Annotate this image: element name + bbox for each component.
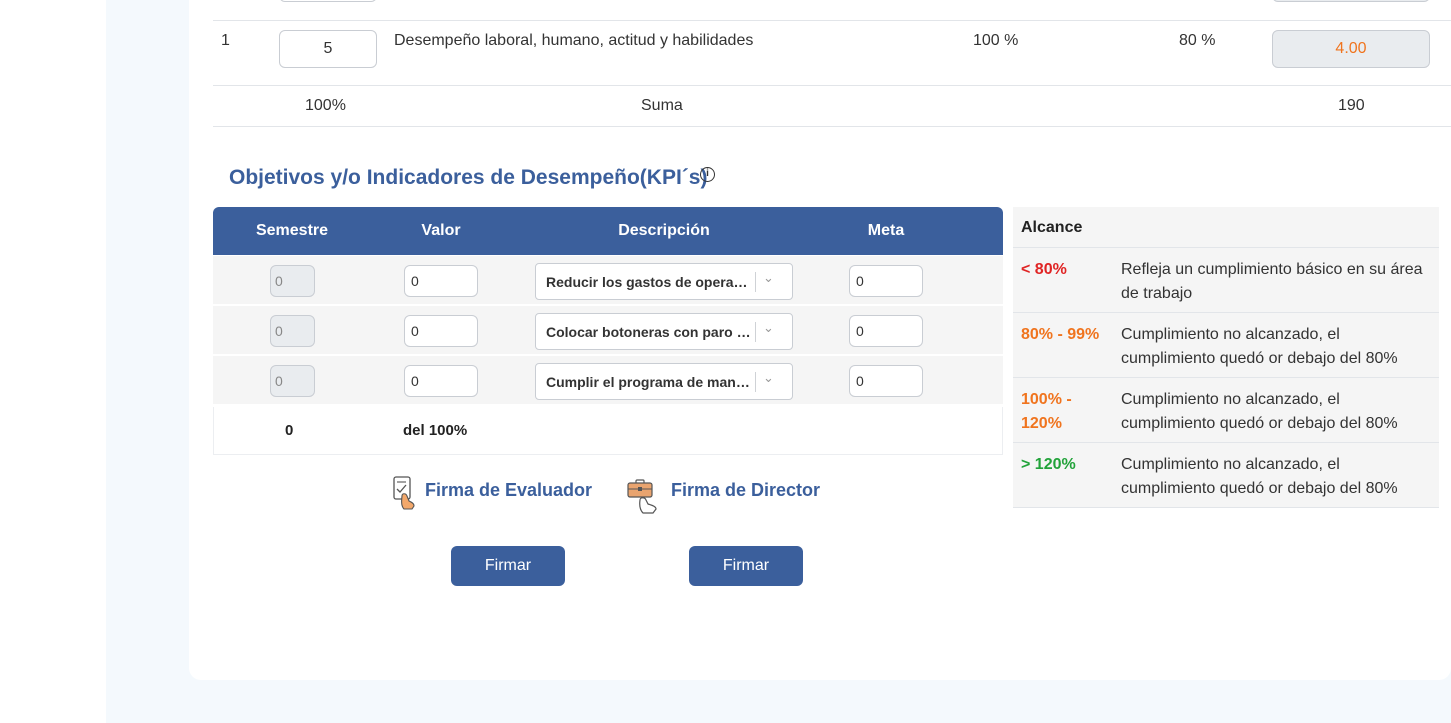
briefcase-hand-icon <box>626 478 662 519</box>
alcance-row: < 80% Refleja un cumplimiento básico en … <box>1013 247 1439 312</box>
total-percent: 100% <box>305 97 346 114</box>
row-result-field: 4.00 <box>1272 30 1430 68</box>
alcance-range: < 80% <box>1021 261 1067 278</box>
kpi-row: 0 0 Reducir los gastos de operación ⌄ 0 <box>213 256 1003 304</box>
signed-document-icon <box>392 476 418 515</box>
alcance-range: > 120% <box>1021 456 1076 473</box>
director-signature-label: Firma de Director <box>671 480 821 500</box>
descripcion-select[interactable]: Cumplir el programa de mantenimiento ⌄ <box>535 363 793 400</box>
valor-input[interactable]: 0 <box>404 365 478 397</box>
row-index: 1 <box>221 32 230 49</box>
sum-total: 190 <box>1338 97 1365 114</box>
semestre-field: 0 <box>270 265 315 297</box>
kpi-total: 0 <box>285 422 294 439</box>
kpi-row: 0 0 Cumplir el programa de mantenimiento… <box>213 356 1003 404</box>
select-separator <box>755 272 756 292</box>
meta-input[interactable]: 0 <box>849 315 923 347</box>
alcance-description: Refleja un cumplimiento básico en su áre… <box>1121 261 1423 302</box>
meta-input[interactable]: 0 <box>849 265 923 297</box>
valor-input[interactable]: 0 <box>404 265 478 297</box>
director-sign-button[interactable]: Firmar <box>689 546 803 586</box>
header-descripcion: Descripción <box>618 222 710 239</box>
alcance-row: > 120% Cumplimiento no alcanzado, el cum… <box>1013 442 1439 507</box>
alcance-description: Cumplimiento no alcanzado, el cumplimien… <box>1121 326 1398 367</box>
kpi-table-footer: 0 del 100% <box>213 407 1003 455</box>
descripcion-selected-value: Reducir los gastos de operación <box>546 274 751 290</box>
row-divider <box>213 20 1451 21</box>
row-divider <box>213 85 1451 86</box>
select-separator <box>755 322 756 342</box>
evaluator-signature-label: Firma de Evaluador <box>425 480 593 500</box>
sum-label: Suma <box>641 97 683 114</box>
descripcion-select[interactable]: Reducir los gastos de operación ⌄ <box>535 263 793 300</box>
row-divider <box>213 126 1451 127</box>
row-description: Desempeño laboral, humano, actitud y hab… <box>394 32 754 49</box>
row-value-input[interactable]: 5 <box>279 30 377 68</box>
semestre-field: 0 <box>270 315 315 347</box>
alcance-panel: Alcance < 80% Refleja un cumplimiento bá… <box>1013 207 1439 508</box>
alcance-range: 80% - 99% <box>1021 326 1100 343</box>
select-separator <box>755 372 756 392</box>
previous-row-value-input[interactable] <box>279 0 377 2</box>
alcance-description: Cumplimiento no alcanzado, el cumplimien… <box>1121 456 1398 497</box>
chevron-down-icon[interactable]: ⌄ <box>763 370 774 386</box>
alcance-bottom-border <box>1013 507 1439 508</box>
alcance-range: 100% - 120% <box>1021 391 1072 432</box>
semestre-field: 0 <box>270 365 315 397</box>
descripcion-selected-value: Cumplir el programa de mantenimiento <box>546 374 751 390</box>
alcance-title: Alcance <box>1021 219 1083 236</box>
chevron-down-icon[interactable]: ⌄ <box>763 270 774 286</box>
meta-input[interactable]: 0 <box>849 365 923 397</box>
descripcion-select[interactable]: Colocar botoneras con paro de emergencia… <box>535 313 793 350</box>
header-semestre: Semestre <box>255 222 329 239</box>
kpi-section-title: Objetivos y/o Indicadores de Desempeño(K… <box>229 166 708 189</box>
alcance-description: Cumplimiento no alcanzado, el cumplimien… <box>1121 391 1398 432</box>
valor-input[interactable]: 0 <box>404 315 478 347</box>
kpi-table: Semestre Valor Descripción Meta 0 0 Redu… <box>213 207 1003 455</box>
row-percent: 80 % <box>1179 32 1216 49</box>
previous-row-result-field <box>1272 0 1430 2</box>
chevron-down-icon[interactable]: ⌄ <box>763 320 774 336</box>
kpi-total-label: del 100% <box>403 422 468 439</box>
alcance-row: 80% - 99% Cumplimiento no alcanzado, el … <box>1013 312 1439 377</box>
header-valor: Valor <box>421 222 461 239</box>
header-meta: Meta <box>867 222 905 239</box>
row-weight: 100 % <box>973 32 1019 49</box>
alcance-row: 100% - 120% Cumplimiento no alcanzado, e… <box>1013 377 1439 442</box>
kpi-table-header: Semestre Valor Descripción Meta <box>213 207 1003 255</box>
kpi-row: 0 0 Colocar botoneras con paro de emerge… <box>213 306 1003 354</box>
info-icon[interactable]: i <box>700 167 715 182</box>
descripcion-selected-value: Colocar botoneras con paro de emergencia <box>546 324 751 340</box>
evaluator-sign-button[interactable]: Firmar <box>451 546 565 586</box>
